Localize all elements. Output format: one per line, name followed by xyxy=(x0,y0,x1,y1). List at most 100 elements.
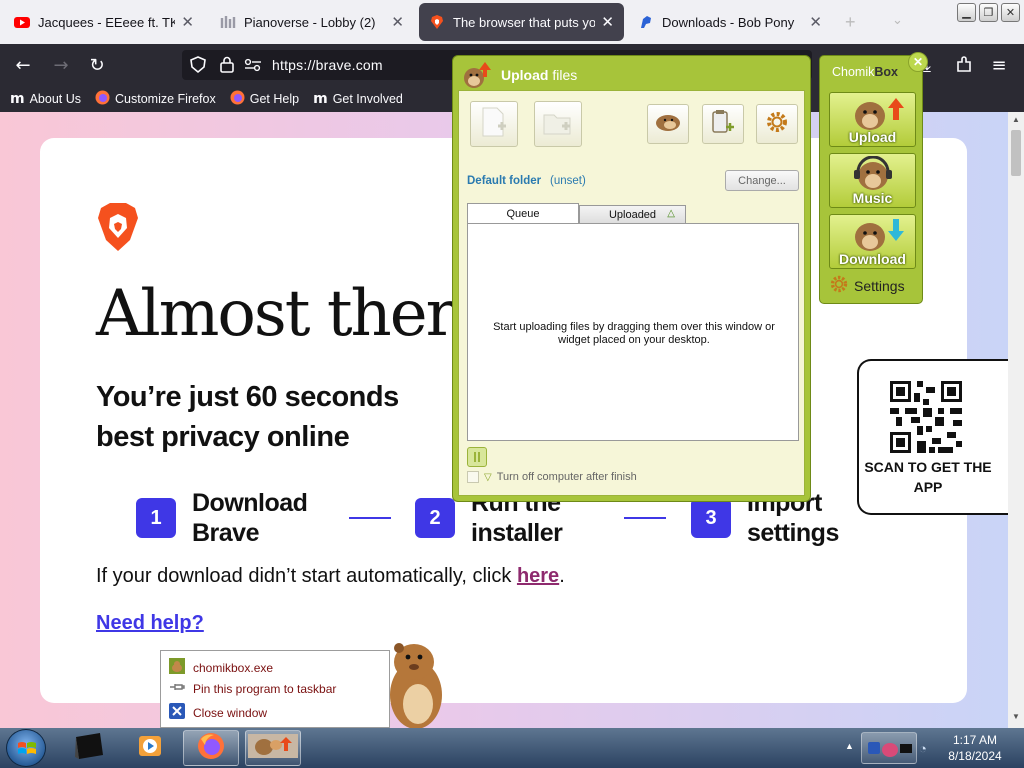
upload-label: Upload xyxy=(848,129,897,145)
settings-label: Settings xyxy=(854,277,905,294)
qr-code-icon xyxy=(890,381,962,458)
widget-music-button[interactable]: Music xyxy=(829,153,916,208)
minimize-button[interactable]: ▁ xyxy=(957,3,976,22)
restore-button[interactable]: ❐ xyxy=(979,3,998,22)
widget-title-a: Chomik xyxy=(832,65,875,79)
jump-item-close[interactable]: Close window xyxy=(169,703,267,722)
hamster-mascot xyxy=(384,640,448,735)
tab-title: Jacquees - EEeee ft. TK Kravitz xyxy=(38,14,176,30)
windows-logo-icon xyxy=(17,740,37,763)
new-tab-icon[interactable]: + xyxy=(845,12,856,33)
tab-brave[interactable]: The browser that puts you first ✕ xyxy=(419,3,624,41)
firefox-icon xyxy=(230,90,245,108)
bookmark-label: Get Involved xyxy=(332,92,403,106)
url-text[interactable]: https://brave.com xyxy=(272,57,383,73)
widget-upload-button[interactable]: Upload xyxy=(829,92,916,147)
tab-uploaded[interactable]: Uploaded △ xyxy=(579,205,686,223)
clock-date: 8/18/2024 xyxy=(948,749,1002,763)
tab-bobpony[interactable]: Downloads - Bob Pony ✕ xyxy=(628,3,832,41)
close-tab-icon[interactable]: ✕ xyxy=(601,13,614,31)
gear-icon xyxy=(830,275,848,296)
retry-prefix: If your download didn’t start automatica… xyxy=(96,565,517,587)
bookmark-customize-firefox[interactable]: Customize Firefox xyxy=(95,90,216,108)
bookmark-get-help[interactable]: Get Help xyxy=(230,90,299,108)
permissions-icon[interactable] xyxy=(244,57,262,78)
system-clock[interactable]: 1:17 AM 8/18/2024 xyxy=(935,732,1015,764)
gear-icon xyxy=(765,110,789,139)
clipboard-add-icon xyxy=(709,108,737,141)
triangle-up-icon: △ xyxy=(667,208,675,219)
widget-download-button[interactable]: Download xyxy=(829,214,916,269)
chomikbox-icon xyxy=(246,731,300,766)
tab-title: Pianoverse - Lobby (2) xyxy=(244,14,376,30)
taskbar-app-terminal[interactable] xyxy=(61,730,117,766)
jump-item-pin[interactable]: Pin this program to taskbar xyxy=(169,681,336,696)
jump-item-label: Pin this program to taskbar xyxy=(193,681,337,696)
shield-icon[interactable] xyxy=(190,56,206,79)
tab-pianoverse[interactable]: Pianoverse - Lobby (2) ✕ xyxy=(210,3,414,41)
settings-button[interactable] xyxy=(756,104,798,144)
step-1-number: 1 xyxy=(136,498,176,538)
chomik-button[interactable] xyxy=(647,104,689,144)
tab-title: The browser that puts you first xyxy=(453,14,596,30)
upload-files-window[interactable]: Upload files Default folder (unset) Chan… xyxy=(452,55,811,502)
back-icon[interactable]: ← xyxy=(10,53,36,77)
jump-item-label: Close window xyxy=(193,705,268,720)
media-player-icon xyxy=(135,732,165,765)
close-window-button[interactable]: ✕ xyxy=(1001,3,1020,22)
extensions-icon[interactable] xyxy=(951,53,977,77)
jump-item-label: chomikbox.exe xyxy=(193,660,274,675)
mozilla-icon: m xyxy=(313,91,328,107)
taskbar-app-media[interactable] xyxy=(122,730,178,766)
step-3-number: 3 xyxy=(691,498,731,538)
qr-panel: SCAN TO GET THE APP xyxy=(857,359,1017,515)
queue-empty-message: Start uploading files by dragging them o… xyxy=(493,321,775,346)
change-folder-button[interactable]: Change... xyxy=(725,170,799,191)
tray-chomikbox-icon[interactable] xyxy=(861,732,917,764)
taskbar-app-firefox[interactable] xyxy=(183,730,239,766)
bookmark-label: Get Help xyxy=(249,92,300,106)
list-tabs-icon[interactable]: ⌄ xyxy=(892,12,903,28)
bookmark-about-us[interactable]: m About Us xyxy=(10,91,81,107)
step-divider xyxy=(624,517,666,519)
youtube-icon xyxy=(14,14,30,30)
tab-youtube[interactable]: Jacquees - EEeee ft. TK Kravitz ✕ xyxy=(4,3,204,41)
lock-icon[interactable] xyxy=(220,56,234,79)
clipboard-button[interactable] xyxy=(702,104,744,144)
network-icon[interactable]: ◔ xyxy=(919,741,927,756)
step-1-label: Download Brave xyxy=(192,489,308,547)
add-folder-button[interactable] xyxy=(534,101,582,147)
reload-icon[interactable]: ↻ xyxy=(84,53,110,77)
scroll-up-icon[interactable]: ▲ xyxy=(1012,115,1020,124)
pause-button[interactable] xyxy=(467,447,487,467)
brave-icon xyxy=(429,14,445,30)
scroll-down-icon[interactable]: ▼ xyxy=(1012,712,1020,721)
close-window-icon xyxy=(169,703,185,722)
chomikbox-widget[interactable]: ChomikBox ✕ Upload Music Download Settin… xyxy=(819,52,928,304)
turn-off-checkbox[interactable] xyxy=(467,471,479,483)
start-button[interactable] xyxy=(6,729,46,767)
need-help-link[interactable]: Need help? xyxy=(96,612,204,635)
widget-close-icon[interactable]: ✕ xyxy=(908,52,928,72)
bookmark-get-involved[interactable]: m Get Involved xyxy=(313,91,403,107)
jump-item-app[interactable]: chomikbox.exe xyxy=(169,658,273,677)
turn-off-option[interactable]: ▽ Turn off computer after finish xyxy=(467,471,637,483)
forward-icon[interactable]: → xyxy=(48,53,74,77)
menu-icon[interactable]: ≡ xyxy=(986,53,1012,77)
scroll-thumb[interactable] xyxy=(1011,130,1021,176)
widget-settings-button[interactable]: Settings xyxy=(830,275,905,296)
tab-queue[interactable]: Queue xyxy=(467,203,579,223)
page-scrollbar[interactable]: ▲ ▼ xyxy=(1008,112,1024,728)
tab-title: Downloads - Bob Pony xyxy=(662,14,795,30)
upload-window-title: Upload files xyxy=(501,67,577,83)
taskbar-app-chomikbox[interactable] xyxy=(245,730,301,766)
upload-queue-list[interactable]: Start uploading files by dragging them o… xyxy=(467,223,799,441)
close-tab-icon[interactable]: ✕ xyxy=(391,13,404,31)
show-hidden-icons[interactable]: ▲ xyxy=(845,741,854,751)
tab-bar: Jacquees - EEeee ft. TK Kravitz ✕ Pianov… xyxy=(0,0,1024,44)
add-file-button[interactable] xyxy=(470,101,518,147)
close-tab-icon[interactable]: ✕ xyxy=(181,13,194,31)
retry-link[interactable]: here xyxy=(517,565,559,587)
close-tab-icon[interactable]: ✕ xyxy=(809,13,822,31)
turn-off-label: Turn off computer after finish xyxy=(496,471,637,483)
